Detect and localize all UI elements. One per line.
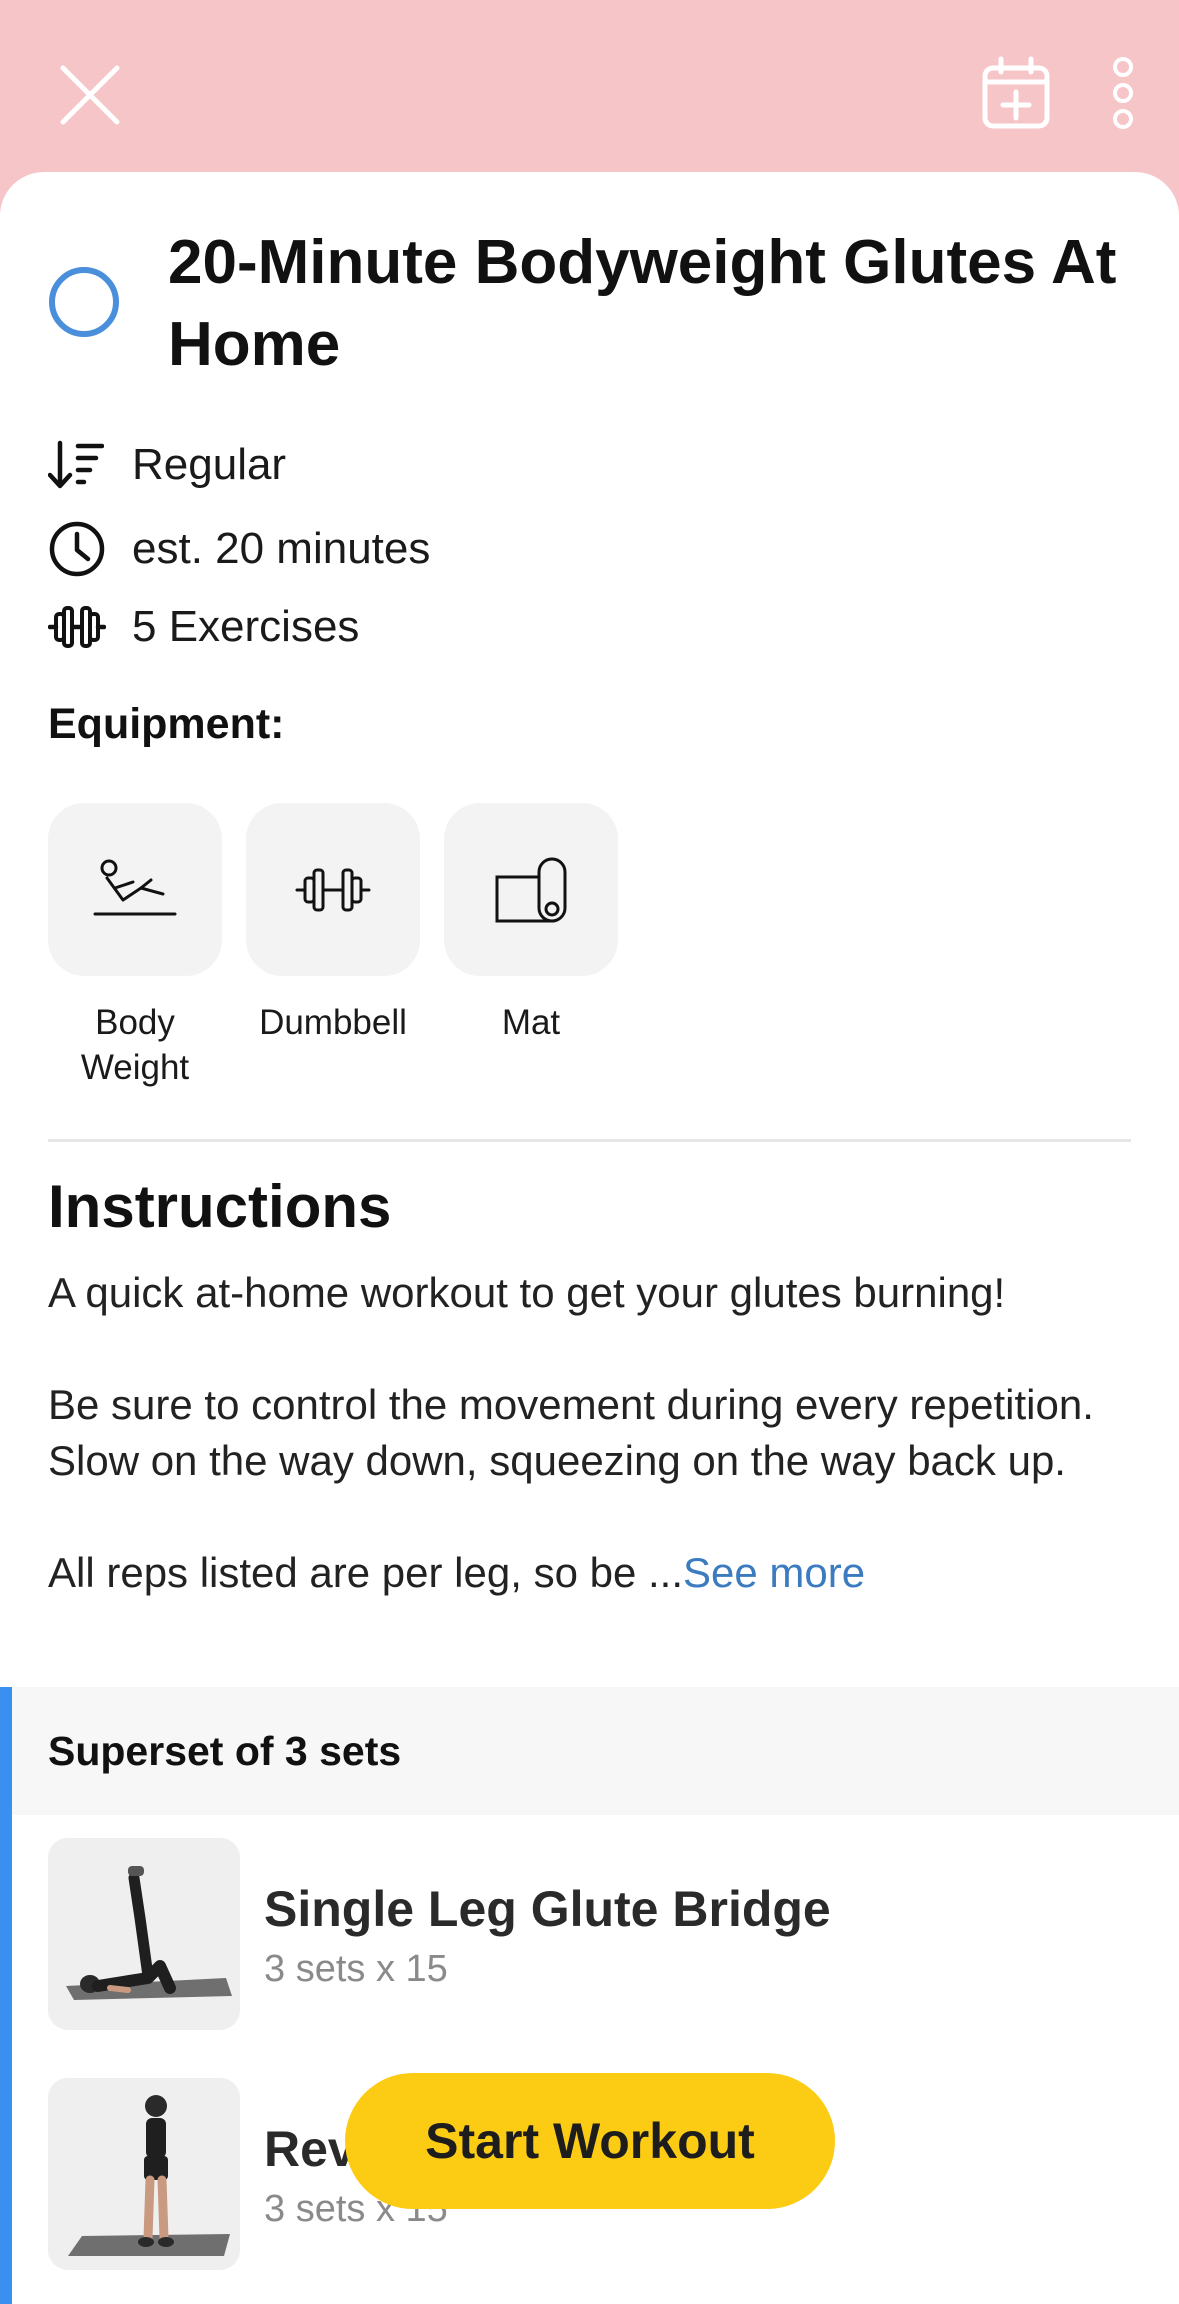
equipment-item-body-weight[interactable]: Body Weight (48, 803, 222, 1090)
start-workout-button[interactable]: Start Workout (345, 2073, 835, 2209)
sort-level-icon (48, 435, 110, 495)
duration-row: est. 20 minutes (48, 519, 430, 579)
workout-title: 20-Minute Bodyweight Glutes At Home (168, 228, 1117, 379)
instructions-paragraph-1: A quick at-home workout to get your glut… (48, 1269, 1006, 1316)
instructions-truncated-text: All reps listed are per leg, so be ... (48, 1549, 683, 1596)
close-icon (60, 65, 120, 125)
equipment-label-body-weight: Body Weight (80, 1003, 190, 1087)
mat-icon (495, 857, 567, 922)
superset-label: Superset of 3 sets (48, 1727, 402, 1774)
add-to-calendar-button[interactable] (975, 52, 1057, 134)
dumbbell-icon (48, 597, 110, 657)
more-options-button[interactable] (1100, 52, 1146, 134)
body-weight-icon (93, 859, 177, 915)
equipment-label-mat: Mat (501, 1003, 561, 1042)
instructions-title: Instructions (48, 1173, 392, 1240)
duration-text: est. 20 minutes (132, 524, 431, 573)
exercise-count-row: 5 Exercises (48, 597, 359, 657)
superset-header: Superset of 3 sets (12, 1687, 1179, 1815)
close-button[interactable] (50, 55, 130, 135)
superset-accent-bar (0, 1687, 12, 2304)
exercise-item-single-leg-glute-bridge[interactable]: Single Leg Glute Bridge 3 sets x 15 (48, 1838, 1168, 2030)
exercise-name: Single Leg Glute Bridge (264, 1881, 831, 1937)
calendar-add-icon (982, 56, 1050, 129)
instructions-text: A quick at-home workout to get your glut… (48, 1265, 1148, 1601)
more-vertical-icon (1113, 57, 1133, 129)
level-row: Regular (48, 435, 286, 495)
exercise-sets: 3 sets x 15 (264, 1948, 448, 1990)
instructions-paragraph-2: Be sure to control the movement during e… (48, 1381, 1094, 1484)
top-bar (0, 0, 1179, 175)
clock-icon (48, 519, 110, 579)
exercise-thumbnail (48, 1838, 240, 2030)
equipment-label-dumbbell: Dumbbell (259, 1003, 407, 1042)
section-divider (48, 1139, 1131, 1142)
dumbbell-icon (295, 868, 371, 911)
see-more-link[interactable]: See more (683, 1549, 865, 1596)
equipment-item-mat[interactable]: Mat (444, 803, 618, 1045)
complete-workout-checkbox[interactable] (49, 267, 119, 337)
equipment-item-dumbbell[interactable]: Dumbbell (246, 803, 420, 1045)
instructions-paragraph-3: All reps listed are per leg, so be ...Se… (48, 1545, 1148, 1601)
exercise-name: Rev (264, 2121, 356, 2177)
level-text: Regular (132, 440, 287, 489)
equipment-label: Equipment: (48, 700, 285, 748)
exercise-count-text: 5 Exercises (132, 602, 360, 651)
exercise-thumbnail (48, 2078, 240, 2270)
